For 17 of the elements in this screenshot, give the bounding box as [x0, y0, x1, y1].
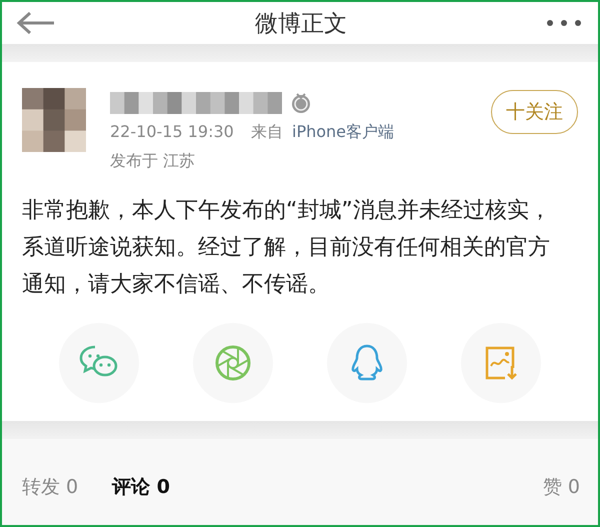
image-download-icon [483, 344, 519, 382]
follow-button[interactable]: 十关注 [491, 90, 578, 134]
page-title: 微博正文 [255, 10, 347, 38]
tab[interactable]: 赞 0 [542, 474, 580, 500]
medal-icon [290, 92, 312, 114]
more-icon[interactable] [546, 19, 582, 27]
back-icon[interactable] [16, 11, 56, 35]
aperture-icon [214, 344, 252, 382]
post-text: 非常抱歉，本人下午发布的“封城”消息并未经过核实，系道听途说获知。经过了解，目前没有任何相关的官方通知，请大家不信谣、不传谣。 [22, 197, 552, 299]
penguin-icon [350, 344, 384, 382]
avatar[interactable] [22, 88, 86, 152]
post-location: 发布于 江苏 [110, 151, 196, 172]
source-label: 来自 [250, 122, 283, 141]
tab[interactable]: 转发 0 [22, 474, 78, 500]
tab[interactable]: 评论 0 [112, 474, 170, 500]
post-time: 22-10-15 19:30 [110, 122, 234, 141]
source-link[interactable]: iPhone客户端 [292, 122, 394, 141]
